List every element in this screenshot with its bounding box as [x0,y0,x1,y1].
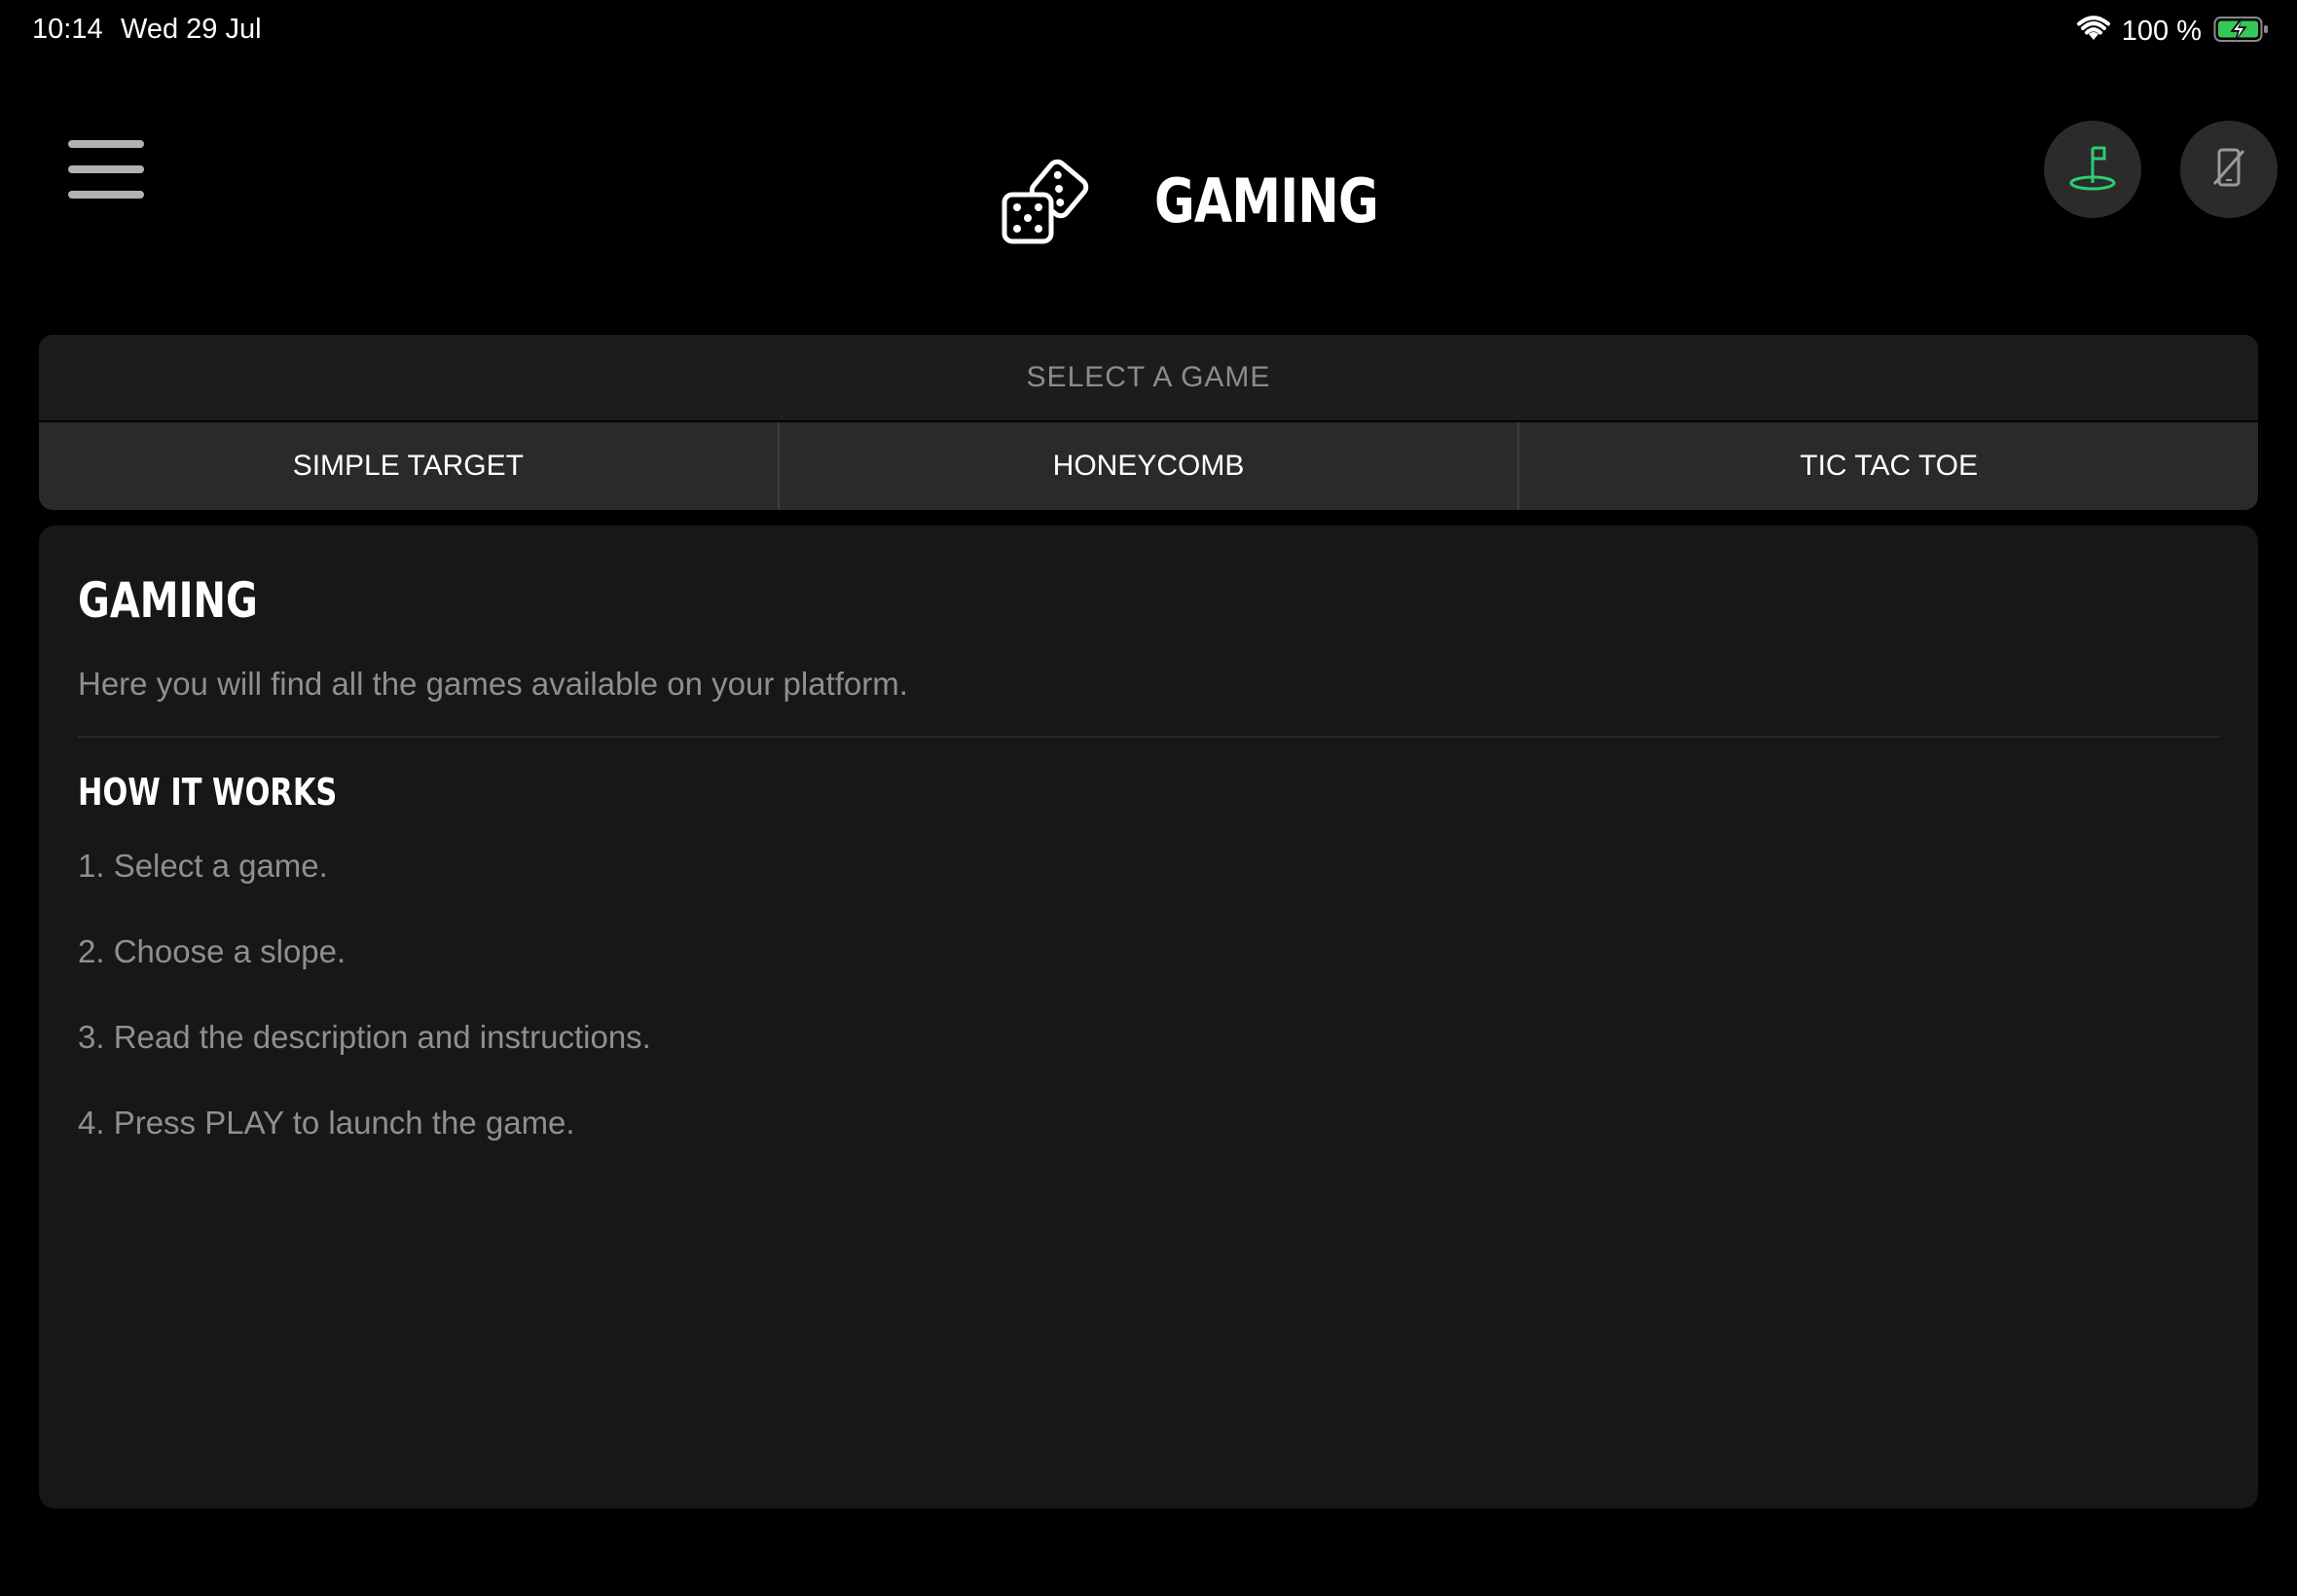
card-description: Here you will find all the games availab… [78,666,908,702]
select-game-label: SELECT A GAME [1026,361,1271,393]
card-title: GAMING [78,572,258,629]
step-item: 2. Choose a slope. [78,933,346,969]
status-time: 10:14 [32,14,103,45]
hamburger-menu-icon[interactable] [68,138,146,200]
steps-list: 1. Select a game. 2. Choose a slope. 3. … [78,847,651,1189]
step-item: 1. Select a game. [78,848,328,884]
page-title: GAMING [1154,164,1379,236]
game-tabs: SIMPLE TARGET HONEYCOMB TIC TAC TOE [39,422,2258,510]
golf-flag-icon [2065,140,2120,200]
tab-tic-tac-toe[interactable]: TIC TAC TOE [1519,422,2258,510]
how-it-works-heading: HOW IT WORKS [78,771,338,814]
tab-simple-target[interactable]: SIMPLE TARGET [39,422,780,510]
battery-charging-icon [2213,15,2270,49]
app-screen: 10:14 Wed 29 Jul 100 % GAMING SELECT A G… [0,0,2297,1596]
device-disconnect-button[interactable] [2180,121,2278,218]
tab-honeycomb[interactable]: HONEYCOMB [780,422,1520,510]
page-header: GAMING [999,152,1427,249]
info-card: GAMING Here you will find all the games … [39,526,2258,1508]
battery-percentage: 100 % [2121,15,2202,47]
step-item: 3. Read the description and instructions… [78,1019,651,1055]
select-game-header: SELECT A GAME [39,335,2258,420]
divider [78,736,2219,738]
status-bar: 10:14 Wed 29 Jul 100 % [0,0,2297,62]
status-indicators: 100 % [2076,12,2270,51]
dice-icon [999,150,1096,252]
step-item: 4. Press PLAY to launch the game. [78,1105,575,1141]
phone-disabled-icon [2205,143,2253,197]
status-date: Wed 29 Jul [121,14,262,45]
golf-flag-button[interactable] [2044,121,2141,218]
wifi-icon [2076,15,2110,48]
